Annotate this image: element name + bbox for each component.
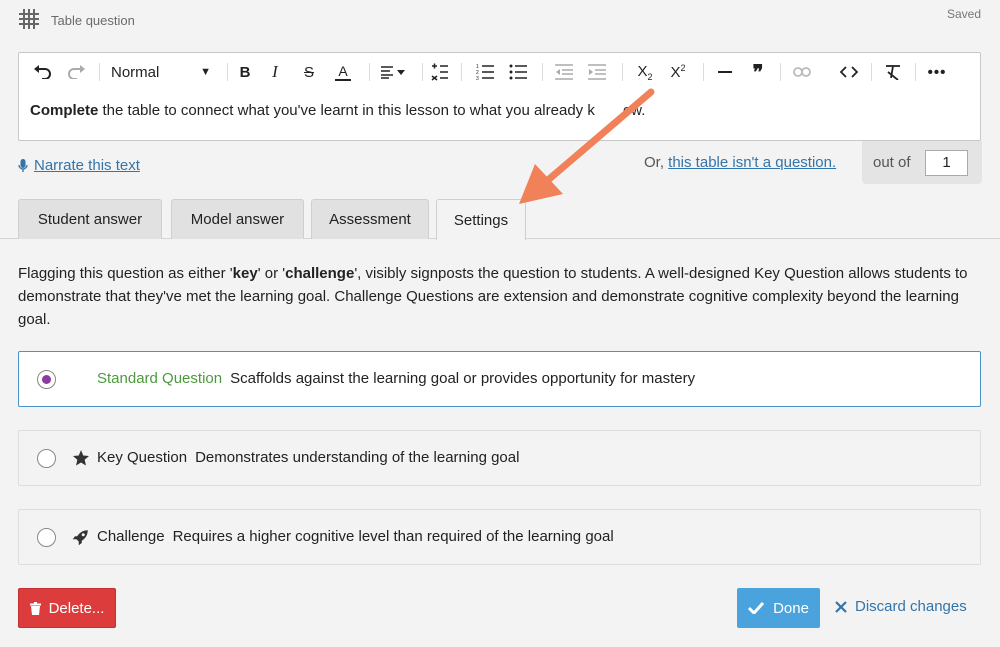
microphone-icon bbox=[18, 158, 28, 172]
svg-text:3: 3 bbox=[476, 76, 479, 80]
tab-assessment[interactable]: Assessment bbox=[311, 199, 429, 239]
align-icon[interactable] bbox=[377, 60, 411, 84]
not-question-prefix: Or, bbox=[644, 154, 669, 171]
bullet-list-icon[interactable] bbox=[506, 60, 530, 84]
editor-content[interactable]: Complete the table to connect what you'v… bbox=[30, 102, 645, 119]
clear-format-icon[interactable] bbox=[881, 60, 905, 84]
option-title: Standard Question bbox=[97, 370, 223, 387]
option-standard-question[interactable]: Standard Question Scaffolds against the l… bbox=[18, 351, 981, 407]
editor-bold-word: Complete bbox=[30, 102, 99, 119]
star-icon bbox=[72, 450, 90, 466]
rich-text-editor: Normal ▼ B I S A 123 X2 X2 ❞ ••• Complet… bbox=[18, 52, 981, 141]
line-height-icon[interactable] bbox=[427, 60, 453, 84]
subscript-icon[interactable]: X2 bbox=[632, 60, 658, 84]
undo-icon[interactable] bbox=[31, 60, 55, 84]
superscript-icon[interactable]: X2 bbox=[665, 60, 691, 84]
option-desc: Demonstrates understanding of the learni… bbox=[195, 449, 520, 466]
radio-key-question[interactable] bbox=[37, 449, 56, 468]
close-icon bbox=[835, 600, 847, 613]
desc-key: key bbox=[232, 265, 258, 282]
format-select-value: Normal bbox=[111, 63, 160, 81]
ordered-list-icon[interactable]: 123 bbox=[473, 60, 497, 84]
format-select[interactable]: Normal ▼ bbox=[111, 60, 211, 84]
option-desc: Requires a higher cognitive level than r… bbox=[172, 528, 614, 545]
score-label: out of bbox=[873, 154, 911, 171]
discard-label: Discard changes bbox=[855, 598, 967, 615]
rocket-icon bbox=[72, 530, 88, 546]
tab-model-answer[interactable]: Model answer bbox=[171, 199, 304, 239]
editor-toolbar: Normal ▼ B I S A 123 X2 X2 ❞ ••• bbox=[19, 53, 980, 91]
check-icon bbox=[748, 602, 765, 614]
code-icon[interactable] bbox=[837, 60, 861, 84]
horizontal-rule-icon[interactable] bbox=[713, 60, 737, 84]
option-title: Key Question bbox=[97, 449, 188, 466]
not-question-toggle: Or, this table isn't a question. bbox=[644, 154, 836, 171]
narrate-control[interactable]: Narrate this text bbox=[18, 157, 140, 174]
desc-part-1: Flagging this question as either ' bbox=[18, 265, 233, 282]
score-input[interactable]: 1 bbox=[925, 150, 968, 176]
question-type-title: Table question bbox=[51, 13, 135, 28]
narrate-link[interactable]: Narrate this text bbox=[34, 157, 140, 174]
editor-text-part-1: the table to connect what you've learnt … bbox=[98, 102, 595, 119]
chevron-down-icon: ▼ bbox=[200, 66, 211, 78]
strikethrough-icon[interactable]: S bbox=[297, 60, 321, 84]
delete-button[interactable]: Delete... bbox=[18, 588, 116, 628]
redo-icon[interactable] bbox=[64, 60, 88, 84]
indent-icon[interactable] bbox=[585, 60, 609, 84]
done-label: Done bbox=[773, 599, 809, 617]
option-challenge[interactable]: Challenge Requires a higher cognitive lev… bbox=[18, 509, 981, 565]
radio-challenge[interactable] bbox=[37, 528, 56, 547]
table-grid-icon bbox=[19, 9, 39, 29]
discard-changes-button[interactable]: Discard changes bbox=[835, 598, 967, 615]
score-box: out of 1 bbox=[862, 141, 982, 184]
italic-icon[interactable]: I bbox=[263, 60, 287, 84]
done-button[interactable]: Done bbox=[737, 588, 820, 628]
link-icon[interactable] bbox=[790, 60, 814, 84]
editor-text-part-2: ew. bbox=[622, 102, 646, 119]
text-color-icon[interactable]: A bbox=[331, 60, 355, 84]
blockquote-icon[interactable]: ❞ bbox=[746, 60, 770, 84]
bold-icon[interactable]: B bbox=[233, 60, 257, 84]
option-title: Challenge bbox=[97, 528, 165, 545]
desc-challenge: challenge bbox=[285, 265, 355, 282]
trash-icon bbox=[29, 601, 41, 615]
radio-standard-question[interactable] bbox=[37, 370, 56, 389]
tab-settings[interactable]: Settings bbox=[436, 199, 526, 240]
outdent-icon[interactable] bbox=[552, 60, 576, 84]
delete-label: Delete... bbox=[48, 599, 105, 617]
settings-description: Flagging this question as either 'key' o… bbox=[18, 262, 978, 331]
option-key-question[interactable]: Key Question Demonstrates understanding o… bbox=[18, 430, 981, 486]
not-question-link[interactable]: this table isn't a question. bbox=[668, 154, 836, 171]
desc-part-2: ' or ' bbox=[257, 265, 286, 282]
more-options-icon[interactable]: ••• bbox=[925, 60, 949, 84]
tab-student-answer[interactable]: Student answer bbox=[18, 199, 162, 239]
option-desc: Scaffolds against the learning goal or p… bbox=[230, 370, 696, 387]
save-status: Saved bbox=[946, 7, 981, 21]
